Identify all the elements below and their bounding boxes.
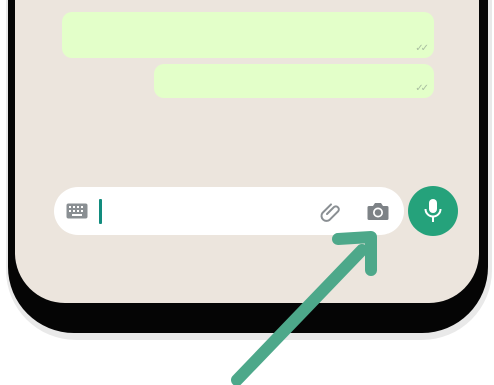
outgoing-message-bubble[interactable]: ✓✓ (154, 64, 434, 98)
keyboard-icon[interactable] (66, 203, 88, 219)
message-input[interactable] (54, 187, 404, 235)
microphone-button[interactable] (408, 186, 458, 236)
double-check-icon: ✓✓ (415, 83, 429, 94)
text-caret (99, 199, 102, 224)
chat-screen: ✓✓ ✓✓ (15, 0, 479, 303)
paperclip-icon[interactable] (318, 200, 342, 224)
camera-icon[interactable] (366, 200, 390, 222)
double-check-icon: ✓✓ (415, 43, 429, 54)
microphone-icon (424, 199, 442, 222)
outgoing-message-bubble[interactable]: ✓✓ (62, 12, 434, 58)
